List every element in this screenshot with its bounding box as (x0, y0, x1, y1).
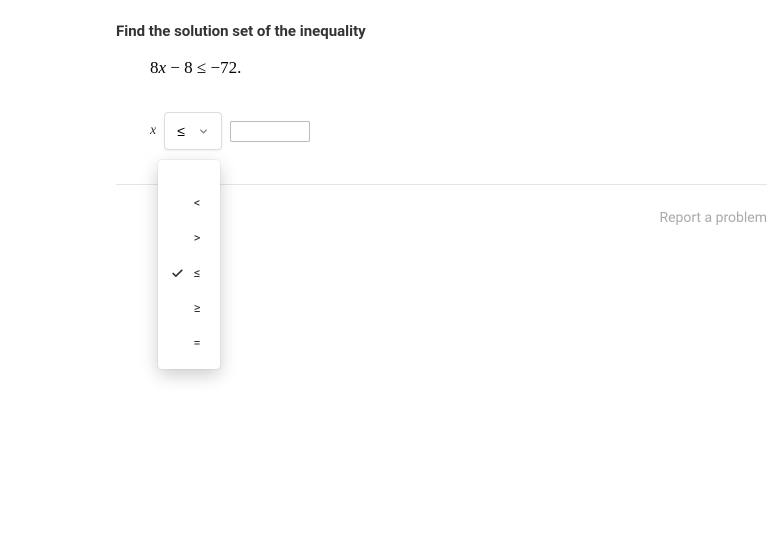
answer-row: x ≤ < > ≤ ≥ (116, 112, 767, 150)
option-label: ≥ (186, 301, 208, 316)
check-icon (168, 267, 186, 280)
eq-var: x (159, 58, 167, 77)
answer-value-input[interactable] (230, 121, 310, 142)
eq-tail: . (237, 58, 241, 77)
relation-dropdown: < > ≤ ≥ = (158, 160, 220, 369)
eq-rhs: −72 (210, 58, 237, 77)
eq-rel: ≤ (193, 58, 211, 77)
eq-lhs-const: 8 (184, 58, 193, 77)
dropdown-option-ge[interactable]: ≥ (158, 291, 220, 326)
eq-lhs-op: − (166, 58, 184, 77)
chevron-down-icon (198, 126, 209, 137)
relation-select-value: ≤ (177, 123, 185, 139)
option-label: = (186, 336, 208, 351)
prompt-text: Find the solution set of the inequality (116, 22, 767, 40)
eq-lhs-coeff: 8 (150, 58, 159, 77)
relation-select-button[interactable]: ≤ (164, 112, 222, 150)
option-label: < (186, 196, 208, 211)
dropdown-option-lt[interactable]: < (158, 186, 220, 221)
option-label: > (186, 231, 208, 246)
equation: 8x − 8 ≤ −72. (116, 58, 767, 78)
dropdown-option-le[interactable]: ≤ (158, 256, 220, 291)
answer-variable: x (150, 123, 156, 139)
dropdown-option-eq[interactable]: = (158, 326, 220, 361)
report-problem-link[interactable]: Report a problem (659, 210, 767, 226)
dropdown-option-gt[interactable]: > (158, 221, 220, 256)
option-label: ≤ (186, 266, 208, 281)
